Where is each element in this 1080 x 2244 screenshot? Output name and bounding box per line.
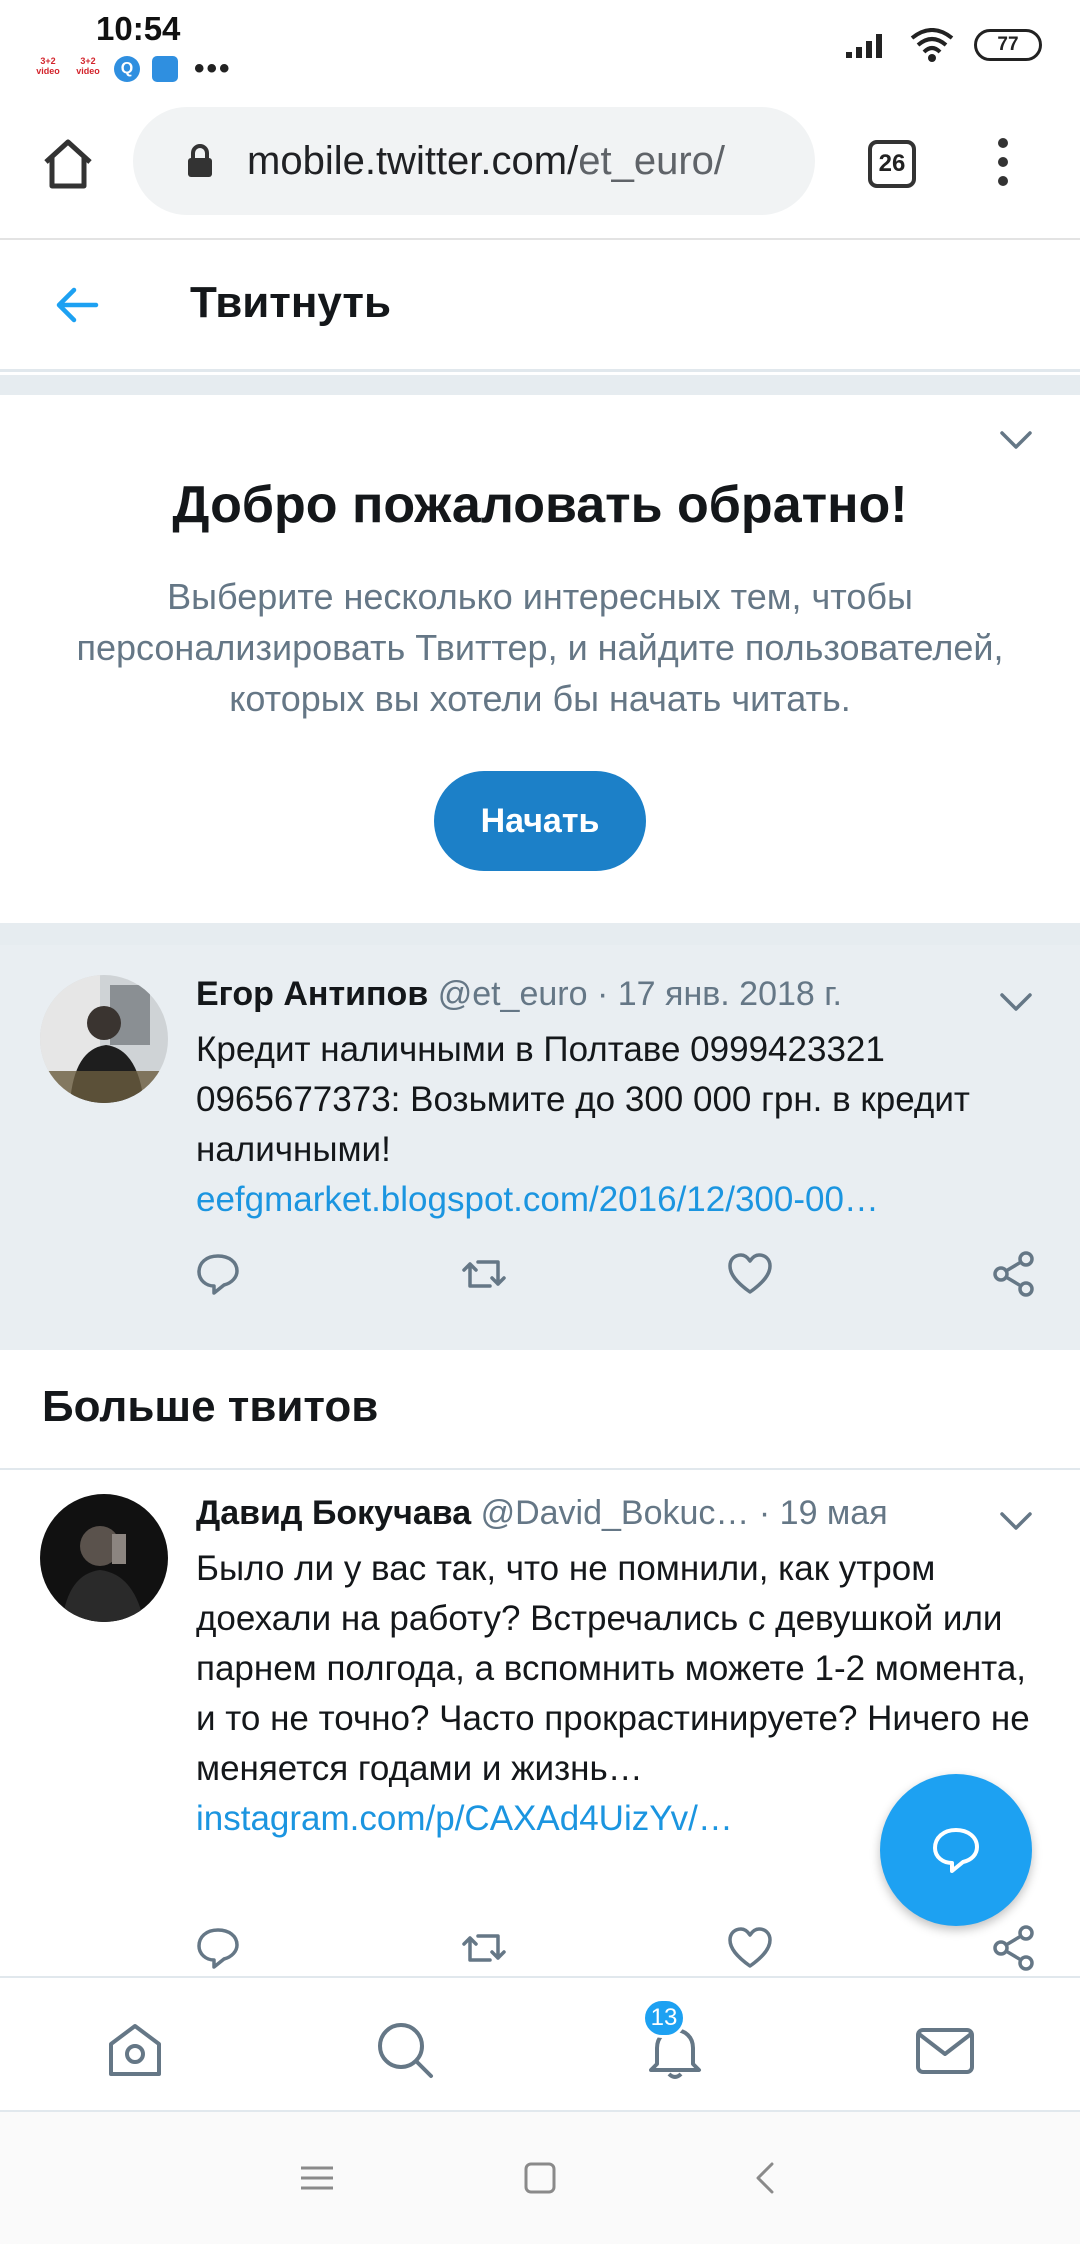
page-header: Твитнуть [0, 240, 1080, 372]
home-icon[interactable] [38, 134, 98, 194]
cloud-app-icon [152, 56, 178, 82]
tweet-header: Егор Антипов @et_euro · 17 янв. 2018 г. [196, 975, 842, 1014]
lock-icon [188, 144, 212, 177]
more-notifications-icon: ••• [194, 52, 232, 85]
tweet-date[interactable]: 17 янв. 2018 г. [618, 975, 842, 1013]
system-home-icon[interactable] [518, 2156, 562, 2200]
divider [0, 375, 1080, 395]
chevron-down-icon[interactable] [996, 987, 1036, 1017]
tweet-header: Давид Бокучава @David_Bokuc… · 19 мая [196, 1494, 888, 1533]
url-text: mobile.twitter.com/et_euro/ [247, 139, 725, 184]
compose-bubble-icon [933, 1828, 979, 1873]
share-icon[interactable] [990, 1250, 1038, 1298]
separator-dot: · [758, 1494, 771, 1532]
status-app-icons: 3+2 video 3+2 video Q ••• [34, 52, 232, 86]
browser-toolbar: mobile.twitter.com/et_euro/ 26 [0, 96, 1080, 240]
welcome-title: Добро пожаловать обратно! [172, 476, 908, 534]
messages-envelope-icon[interactable] [913, 2018, 977, 2082]
more-tweets-header: Больше твитов [0, 1360, 1080, 1470]
chevron-down-icon[interactable] [996, 425, 1036, 455]
retweet-icon[interactable] [460, 1250, 508, 1298]
notification-count-badge: 13 [642, 1998, 686, 2038]
welcome-card: Добро пожаловать обратно! Выберите неско… [0, 395, 1080, 923]
wifi-icon [910, 28, 954, 62]
signal-icon [846, 34, 882, 58]
system-navigation-bar [0, 2112, 1080, 2244]
tweet-actions [0, 1924, 1080, 1984]
tweet-text: Было ли у вас так, что не помнили, как у… [196, 1549, 1030, 1788]
section-title: Больше твитов [42, 1382, 379, 1431]
welcome-description: Выберите несколько интересных тем, чтобы… [76, 576, 1004, 719]
author-name[interactable]: Егор Антипов [196, 975, 428, 1013]
main-tweet[interactable]: Егор Антипов @et_euro · 17 янв. 2018 г. … [0, 945, 1080, 1350]
share-icon[interactable] [990, 1924, 1038, 1972]
address-bar[interactable]: mobile.twitter.com/et_euro/ [133, 107, 815, 215]
back-arrow-icon[interactable] [52, 280, 102, 330]
status-indicators: 77 [844, 28, 1042, 62]
like-icon[interactable] [726, 1924, 774, 1972]
tweet-link[interactable]: eefgmarket.blogspot.com/2016/12/300-00… [196, 1175, 1046, 1225]
separator-dot: · [596, 975, 609, 1013]
tab-switcher-button[interactable]: 26 [868, 140, 916, 188]
status-time: 10:54 [96, 10, 181, 47]
search-app-icon: Q [114, 56, 140, 82]
system-back-icon[interactable] [744, 2156, 788, 2200]
page-title: Твитнуть [190, 278, 392, 327]
compose-tweet-button[interactable] [880, 1774, 1032, 1926]
tweet-text: Кредит наличными в Полтаве 0999423321 09… [196, 1030, 970, 1169]
video-app-icon-2: 3+2 video [76, 56, 100, 76]
video-app-icon: 3+2 video [36, 56, 60, 76]
tweet-actions [0, 1250, 1080, 1310]
divider [0, 923, 1080, 945]
reply-icon[interactable] [194, 1924, 242, 1972]
search-icon[interactable] [373, 2018, 437, 2082]
url-path: et_euro/ [578, 139, 725, 183]
tweet-date[interactable]: 19 мая [780, 1494, 888, 1532]
recent-apps-icon[interactable] [295, 2156, 339, 2200]
author-handle[interactable]: @David_Bokuc… [481, 1494, 750, 1532]
author-handle[interactable]: @et_euro [438, 975, 588, 1013]
start-button[interactable]: Начать [434, 771, 646, 871]
home-icon[interactable] [103, 2018, 167, 2082]
author-name[interactable]: Давид Бокучава [196, 1494, 471, 1532]
reply-icon[interactable] [194, 1250, 242, 1298]
avatar[interactable] [40, 1494, 168, 1622]
tweet-link[interactable]: instagram.com/p/CAXAd4UizYv/… [196, 1794, 796, 1844]
battery-icon: 77 [974, 29, 1042, 61]
browser-menu-icon[interactable] [988, 138, 1018, 194]
status-bar: 10:54 3+2 video 3+2 video Q ••• 77 [0, 0, 1080, 96]
bottom-navigation: 13 [0, 1976, 1080, 2112]
like-icon[interactable] [726, 1250, 774, 1298]
chevron-down-icon[interactable] [996, 1506, 1036, 1536]
url-domain: mobile.twitter.com/ [247, 139, 579, 183]
tweet-body: Кредит наличными в Полтаве 0999423321 09… [196, 1025, 1046, 1225]
avatar[interactable] [40, 975, 168, 1103]
retweet-icon[interactable] [460, 1924, 508, 1972]
